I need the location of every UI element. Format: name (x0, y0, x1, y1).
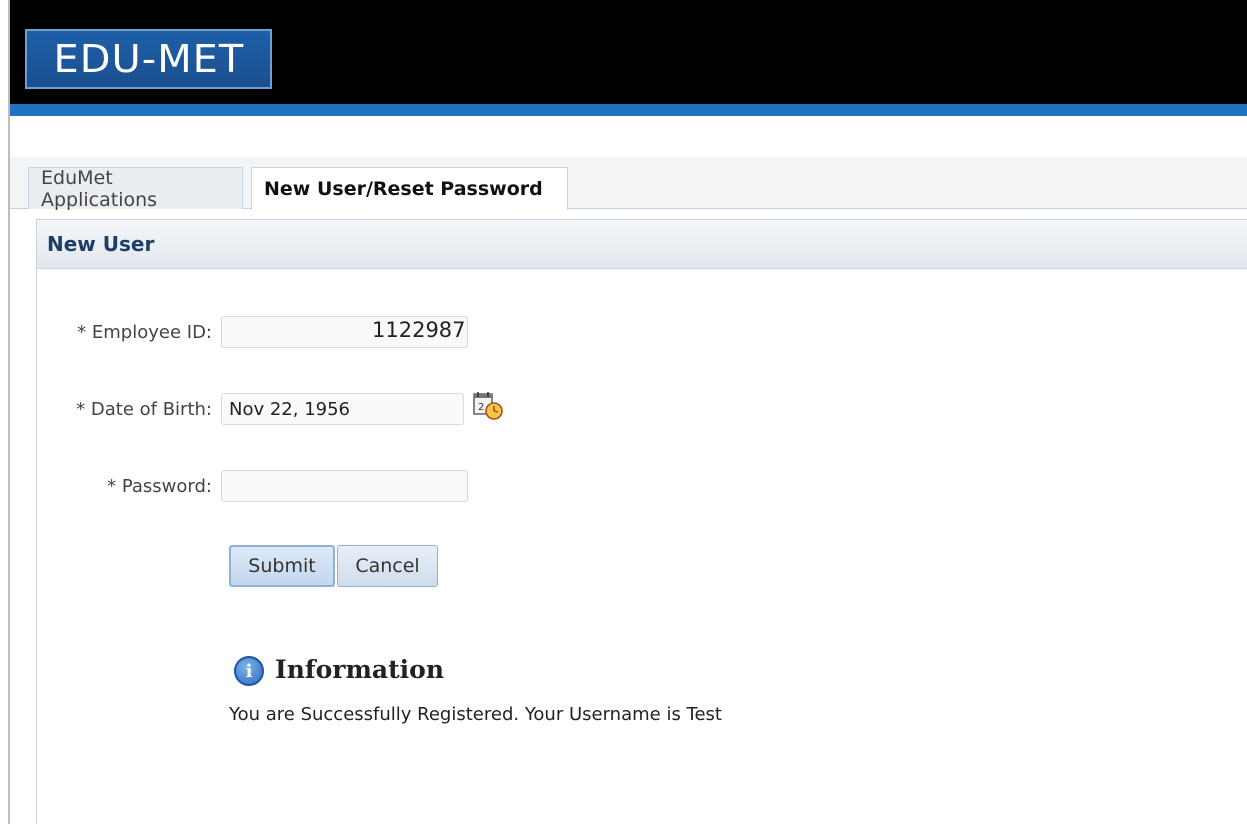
employee-id-label: * Employee ID: (77, 322, 212, 343)
edu-met-logo[interactable]: EDU-MET (25, 29, 272, 89)
panel-header: New User (36, 219, 1247, 269)
header-accent-bar (10, 104, 1247, 116)
date-of-birth-value: Nov 22, 1956 (229, 399, 351, 420)
tab-new-user-reset-password[interactable]: New User/Reset Password (251, 167, 568, 210)
password-input[interactable] (221, 470, 468, 502)
svg-text:2: 2 (478, 402, 484, 413)
info-icon: i (234, 656, 264, 686)
tab-label: EduMet Applications (41, 166, 158, 211)
info-title: Information (275, 655, 445, 684)
panel-title: New User (47, 232, 155, 256)
password-label: * Password: (107, 476, 212, 497)
info-message: You are Successfully Registered. Your Us… (229, 704, 722, 725)
date-of-birth-label: * Date of Birth: (76, 399, 212, 420)
tab-edumet-applications[interactable]: EduMet Applications (28, 166, 243, 211)
submit-button[interactable]: Submit (229, 545, 335, 587)
cancel-button[interactable]: Cancel (337, 545, 438, 587)
logo-text: EDU-MET (53, 37, 244, 81)
left-border (8, 0, 10, 824)
new-user-panel (36, 219, 1247, 824)
employee-id-value: 1122987 (372, 318, 466, 342)
calendar-picker-icon[interactable]: 2 (472, 391, 506, 423)
tab-label: New User/Reset Password (264, 178, 543, 200)
